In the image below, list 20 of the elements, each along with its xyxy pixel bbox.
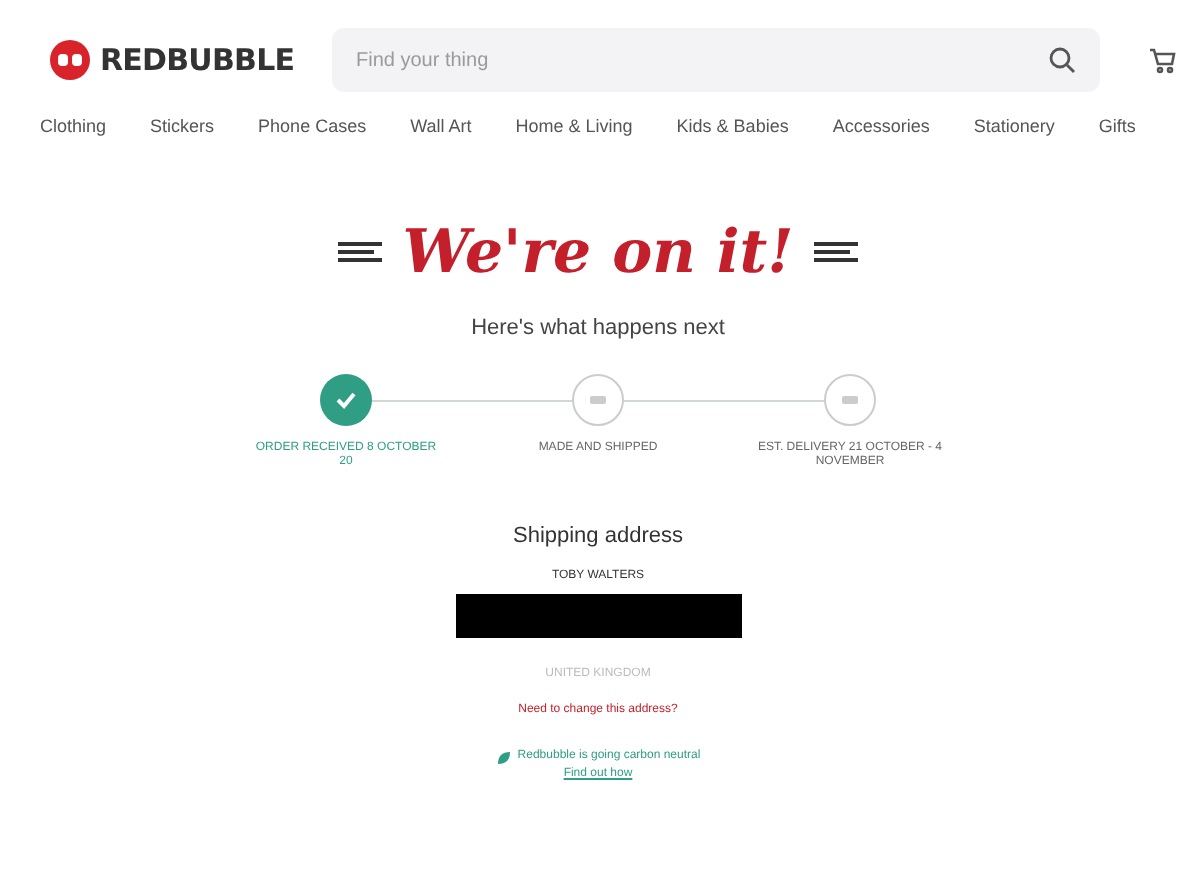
nav-link[interactable]: Accessories xyxy=(832,114,930,142)
nav-link[interactable]: Clothing xyxy=(40,114,107,142)
search-icon[interactable] xyxy=(1048,46,1076,74)
dash-icon xyxy=(334,238,387,266)
nav-link[interactable]: Stickers xyxy=(150,114,215,142)
nav-link[interactable]: Gifts xyxy=(1098,114,1136,142)
search-bar[interactable]: Find your thing xyxy=(332,28,1100,92)
nav-link[interactable]: Home & Living xyxy=(515,114,633,142)
page-title: We're on it! xyxy=(402,215,794,291)
nav-link[interactable]: Stationery xyxy=(973,114,1055,142)
search-field[interactable]: Find your thing xyxy=(356,45,1048,75)
subtitle: Here's what happens next xyxy=(471,314,725,344)
logo[interactable]: REDBUBBLE xyxy=(48,37,308,83)
nav-link[interactable]: Wall Art xyxy=(410,114,472,142)
cart-icon[interactable] xyxy=(1148,46,1176,74)
section-heading: Shipping address xyxy=(512,521,683,551)
nav-link[interactable]: Kids & Babies xyxy=(676,114,789,142)
dash-icon xyxy=(809,238,862,266)
leaf-icon xyxy=(495,749,512,765)
nav-link[interactable]: Phone Cases xyxy=(258,114,367,142)
